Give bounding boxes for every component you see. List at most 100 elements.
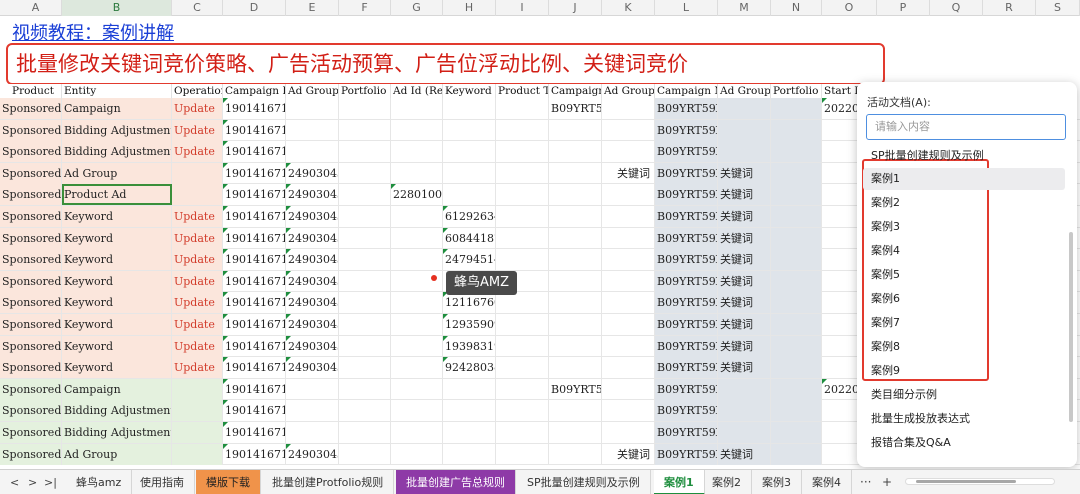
column-letter-b[interactable]: B — [62, 0, 172, 16]
cell-product[interactable]: Sponsored — [0, 292, 62, 314]
cell-empty[interactable] — [771, 378, 822, 400]
cell-campname[interactable] — [549, 119, 602, 141]
cell-adgroup[interactable]: 249030430 — [286, 292, 339, 314]
cell-kw-text[interactable]: 关键词 — [602, 162, 655, 184]
cell-empty[interactable] — [496, 184, 549, 206]
cell-campname[interactable] — [549, 314, 602, 335]
cell-adgN[interactable]: 关键词 — [718, 335, 771, 357]
cell-campname[interactable] — [549, 335, 602, 357]
cell-op[interactable]: Update — [172, 206, 223, 227]
cell-campN[interactable]: B09YRT59X — [655, 227, 718, 249]
cell-op[interactable]: Update — [172, 141, 223, 163]
cell-op[interactable]: Update — [172, 292, 223, 314]
cell-campN[interactable]: B09YRT59X — [655, 98, 718, 119]
cell-kw-text[interactable] — [602, 422, 655, 443]
cell-empty[interactable] — [771, 141, 822, 163]
cell-adgroup[interactable] — [286, 119, 339, 141]
cell-campaign[interactable]: 1901416714 — [223, 400, 286, 422]
cell-op[interactable] — [172, 422, 223, 443]
cell-campaign[interactable]: 1901416714 — [223, 249, 286, 271]
cell-empty[interactable] — [339, 422, 391, 443]
cell-adid[interactable] — [391, 400, 443, 422]
cell-adid[interactable] — [391, 292, 443, 314]
cell-empty[interactable] — [339, 400, 391, 422]
cell-product[interactable]: Sponsored — [0, 206, 62, 227]
tab-next-icon[interactable]: > — [28, 470, 37, 494]
cell-op[interactable]: Update — [172, 98, 223, 119]
cell-entity[interactable]: Keyword — [62, 249, 172, 271]
cell-entity[interactable]: Bidding Adjustment — [62, 119, 172, 141]
sheet-tab[interactable]: 案例3 — [752, 470, 802, 494]
cell-adid[interactable] — [391, 314, 443, 335]
cell-keyword[interactable] — [443, 98, 496, 119]
cell-adgroup[interactable] — [286, 98, 339, 119]
cell-empty[interactable] — [496, 162, 549, 184]
cell-campN[interactable]: B09YRT59X — [655, 378, 718, 400]
cell-empty[interactable] — [339, 292, 391, 314]
panel-item[interactable]: 案例9 — [863, 360, 1065, 382]
cell-campname[interactable] — [549, 292, 602, 314]
cell-empty[interactable] — [496, 141, 549, 163]
header-cell[interactable]: Product T — [496, 84, 549, 98]
cell-entity[interactable]: Bidding Adjustment — [62, 141, 172, 163]
column-letter-e[interactable]: E — [286, 0, 339, 16]
cell-keyword[interactable] — [443, 422, 496, 443]
cell-adid[interactable] — [391, 119, 443, 141]
panel-item[interactable]: 批量生成投放表达式 — [863, 408, 1065, 430]
cell-adgroup[interactable]: 249030430 — [286, 314, 339, 335]
sheet-tab[interactable]: 案例4 — [802, 470, 852, 494]
cell-adgroup[interactable]: 249030430 — [286, 184, 339, 206]
cell-adgroup[interactable]: 249030430 — [286, 270, 339, 292]
cell-empty[interactable] — [339, 162, 391, 184]
cell-keyword[interactable] — [443, 184, 496, 206]
cell-empty[interactable] — [496, 98, 549, 119]
cell-empty[interactable] — [771, 400, 822, 422]
cell-campaign[interactable]: 1901416714 — [223, 227, 286, 249]
column-letter-g[interactable]: G — [391, 0, 443, 16]
cell-adgN[interactable] — [718, 119, 771, 141]
cell-adgroup[interactable]: 249030430 — [286, 206, 339, 227]
header-cell[interactable]: Product — [10, 84, 62, 98]
cell-adgN[interactable] — [718, 422, 771, 443]
cell-adgN[interactable]: 关键词 — [718, 270, 771, 292]
cell-adgN[interactable]: 关键词 — [718, 314, 771, 335]
cell-empty[interactable] — [771, 98, 822, 119]
cell-empty[interactable] — [771, 227, 822, 249]
cell-empty[interactable] — [771, 119, 822, 141]
panel-search-input[interactable]: 请输入内容 — [866, 114, 1066, 140]
column-letter-k[interactable]: K — [602, 0, 655, 16]
cell-adgN[interactable] — [718, 141, 771, 163]
cell-kw-text[interactable]: 关键词 — [602, 443, 655, 465]
cell-adid[interactable] — [391, 227, 443, 249]
header-cell[interactable]: Ad Group — [286, 84, 339, 98]
header-cell[interactable]: Keyword — [443, 84, 496, 98]
cell-keyword[interactable] — [443, 141, 496, 163]
cell-campN[interactable]: B09YRT59X — [655, 422, 718, 443]
cell-campaign[interactable]: 1901416714 — [223, 422, 286, 443]
cell-empty[interactable] — [496, 292, 549, 314]
cell-op[interactable]: Update — [172, 249, 223, 271]
cell-kw-text[interactable] — [602, 335, 655, 357]
cell-campN[interactable]: B09YRT59X — [655, 119, 718, 141]
cell-entity[interactable]: Product Ad — [62, 184, 172, 206]
cell-product[interactable]: Sponsored — [0, 162, 62, 184]
cell-keyword[interactable]: 121167605 — [443, 292, 496, 314]
column-letter-h[interactable]: H — [443, 0, 496, 16]
cell-keyword[interactable]: 247945148 — [443, 249, 496, 271]
cell-op[interactable]: Update — [172, 357, 223, 379]
cell-empty[interactable] — [771, 335, 822, 357]
panel-item[interactable]: 案例5 — [863, 264, 1065, 286]
cell-campaign[interactable]: 1901416714 — [223, 335, 286, 357]
cell-op[interactable]: Update — [172, 119, 223, 141]
header-cell[interactable]: Campaign N — [655, 84, 718, 98]
cell-empty[interactable] — [771, 162, 822, 184]
cell-empty[interactable] — [496, 443, 549, 465]
tab-last-icon[interactable]: >| — [44, 470, 57, 494]
cell-campN[interactable]: B09YRT59X — [655, 270, 718, 292]
cell-keyword[interactable]: 129359094 — [443, 314, 496, 335]
cell-kw-text[interactable] — [602, 292, 655, 314]
cell-empty[interactable] — [339, 443, 391, 465]
column-letter-c[interactable]: C — [172, 0, 223, 16]
cell-adgroup[interactable] — [286, 400, 339, 422]
cell-adgroup[interactable]: 249030430 — [286, 443, 339, 465]
